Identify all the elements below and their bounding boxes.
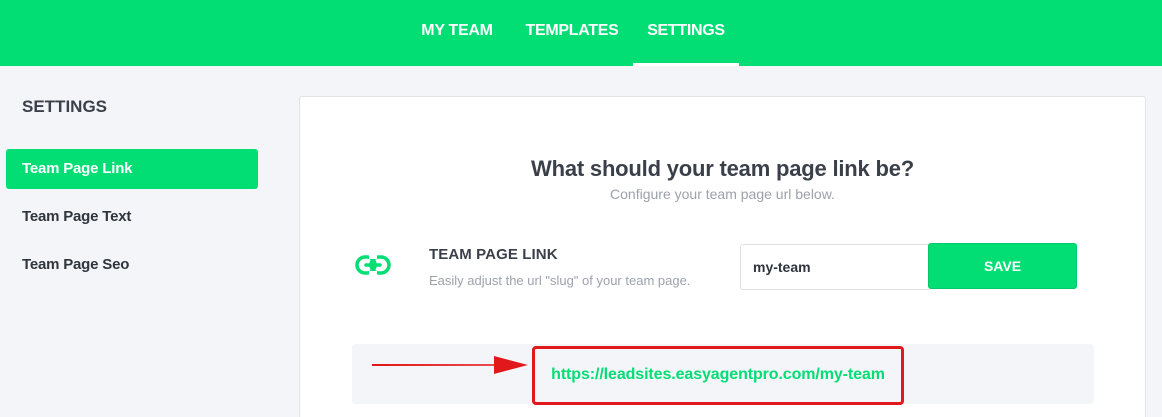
setting-description: Easily adjust the url "slug" of your tea… <box>429 273 691 288</box>
tab-settings[interactable]: SETTINGS <box>633 0 739 66</box>
setting-title: TEAM PAGE LINK <box>429 246 558 263</box>
team-page-url-link[interactable]: https://leadsites.easyagentpro.com/my-te… <box>535 366 901 384</box>
arrow-right-icon <box>372 356 528 374</box>
url-highlight-box: https://leadsites.easyagentpro.com/my-te… <box>532 346 904 405</box>
sidebar-item-team-page-seo[interactable]: Team Page Seo <box>6 245 258 285</box>
sidebar-item-team-page-link[interactable]: Team Page Link <box>6 149 258 189</box>
tab-my-team[interactable]: MY TEAM <box>406 0 508 66</box>
settings-card: What should your team page link be? Conf… <box>299 96 1146 417</box>
card-heading: What should your team page link be? <box>531 156 914 181</box>
tab-templates[interactable]: TEMPLATES <box>514 0 630 66</box>
sidebar-title: SETTINGS <box>22 97 108 116</box>
url-preview-bar: https://leadsites.easyagentpro.com/my-te… <box>352 344 1094 405</box>
sidebar-item-team-page-text[interactable]: Team Page Text <box>6 197 258 237</box>
slug-input[interactable] <box>740 244 930 290</box>
card-subheading: Configure your team page url below. <box>610 186 835 202</box>
link-icon <box>355 254 391 276</box>
top-navigation: MY TEAM TEMPLATES SETTINGS <box>0 0 1162 66</box>
save-button[interactable]: SAVE <box>928 243 1077 289</box>
